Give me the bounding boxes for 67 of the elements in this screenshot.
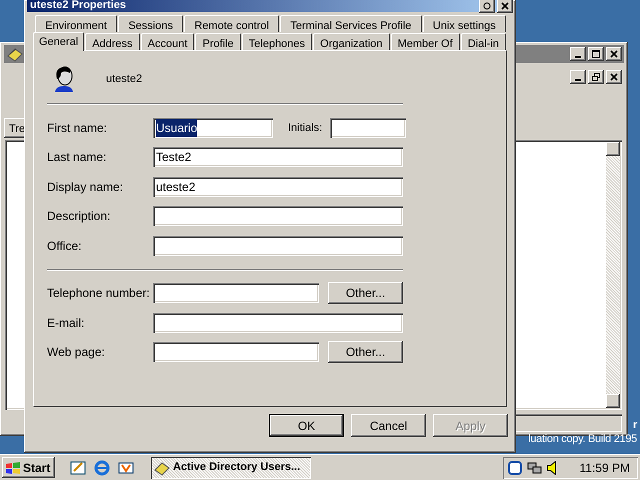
close-icon [610, 73, 618, 81]
close-icon [501, 2, 509, 10]
field-label: First name: [47, 120, 108, 137]
close-button[interactable] [606, 47, 622, 61]
browser-icon [93, 458, 111, 476]
minimize-button[interactable] [570, 70, 586, 84]
desktop-text: r [632, 418, 637, 432]
minimize-button[interactable] [570, 47, 586, 61]
tab[interactable]: Account [140, 33, 194, 50]
scroll-down-button[interactable] [606, 394, 620, 408]
input-field[interactable] [153, 342, 319, 362]
tab[interactable]: Unix settings [422, 15, 506, 32]
tab[interactable]: Environment [35, 15, 118, 32]
network-icon [506, 460, 523, 476]
start-button[interactable]: Start [2, 457, 55, 478]
scroll-up-button[interactable] [606, 142, 620, 156]
tab[interactable]: Profile [195, 33, 241, 50]
console-icon [154, 460, 170, 476]
tab[interactable]: General [33, 32, 84, 51]
windows-logo-icon [5, 460, 21, 474]
input-field[interactable] [153, 283, 319, 304]
close-icon [610, 50, 618, 58]
field-label: Display name: [47, 178, 124, 196]
console-icon [6, 46, 24, 62]
input-field[interactable] [153, 206, 403, 226]
desktop-icon [69, 458, 87, 476]
input-field[interactable] [153, 236, 403, 256]
field-label: Description: [47, 208, 112, 226]
speaker-icon [546, 460, 556, 474]
field-label: Web page: [47, 344, 106, 362]
restore-button[interactable] [588, 70, 604, 84]
input-field[interactable] [153, 312, 403, 333]
tab[interactable]: Terminal Services Profile [280, 15, 422, 32]
dialog-button[interactable]: Cancel [351, 414, 426, 437]
input-field[interactable]: uteste2 [153, 176, 403, 197]
input-field[interactable]: Teste2 [153, 147, 403, 168]
desktop-text: luation copy. Build 2195 [528, 432, 637, 446]
user-name: uteste2 [106, 72, 142, 87]
tab[interactable]: Organization [313, 33, 390, 50]
other-button[interactable]: Other... [328, 282, 403, 304]
field-label: E-mail: [47, 314, 86, 332]
close-button[interactable] [497, 0, 513, 13]
clock: 11:59 PM [580, 460, 630, 476]
help-icon [483, 2, 491, 10]
restore-icon [592, 73, 600, 81]
taskbar-button[interactable]: Active Directory Users... [151, 456, 311, 478]
field-label: Initials: [288, 120, 322, 136]
tab[interactable]: Remote control [184, 15, 280, 32]
maximize-button[interactable] [588, 47, 604, 61]
input-field[interactable] [330, 118, 406, 138]
user-icon [52, 64, 76, 94]
tab[interactable]: Address [85, 33, 140, 50]
field-label: Telephone number: [47, 285, 151, 302]
dialog-button[interactable]: OK [269, 414, 344, 437]
input-field[interactable]: Usuario [153, 118, 273, 138]
computers-icon [526, 460, 543, 476]
maximize-icon [592, 50, 600, 58]
tab[interactable]: Sessions [118, 15, 184, 32]
window-title: uteste2 Properties [30, 0, 126, 12]
field-label: Office: [47, 238, 82, 255]
tab[interactable]: Dial-in [460, 33, 506, 50]
tab[interactable]: Member Of [390, 33, 460, 50]
help-button[interactable] [479, 0, 495, 13]
close-button[interactable] [606, 70, 622, 84]
field-label: Last name: [47, 149, 108, 166]
other-button[interactable]: Other... [328, 341, 403, 364]
tab[interactable]: Telephones [242, 33, 312, 50]
